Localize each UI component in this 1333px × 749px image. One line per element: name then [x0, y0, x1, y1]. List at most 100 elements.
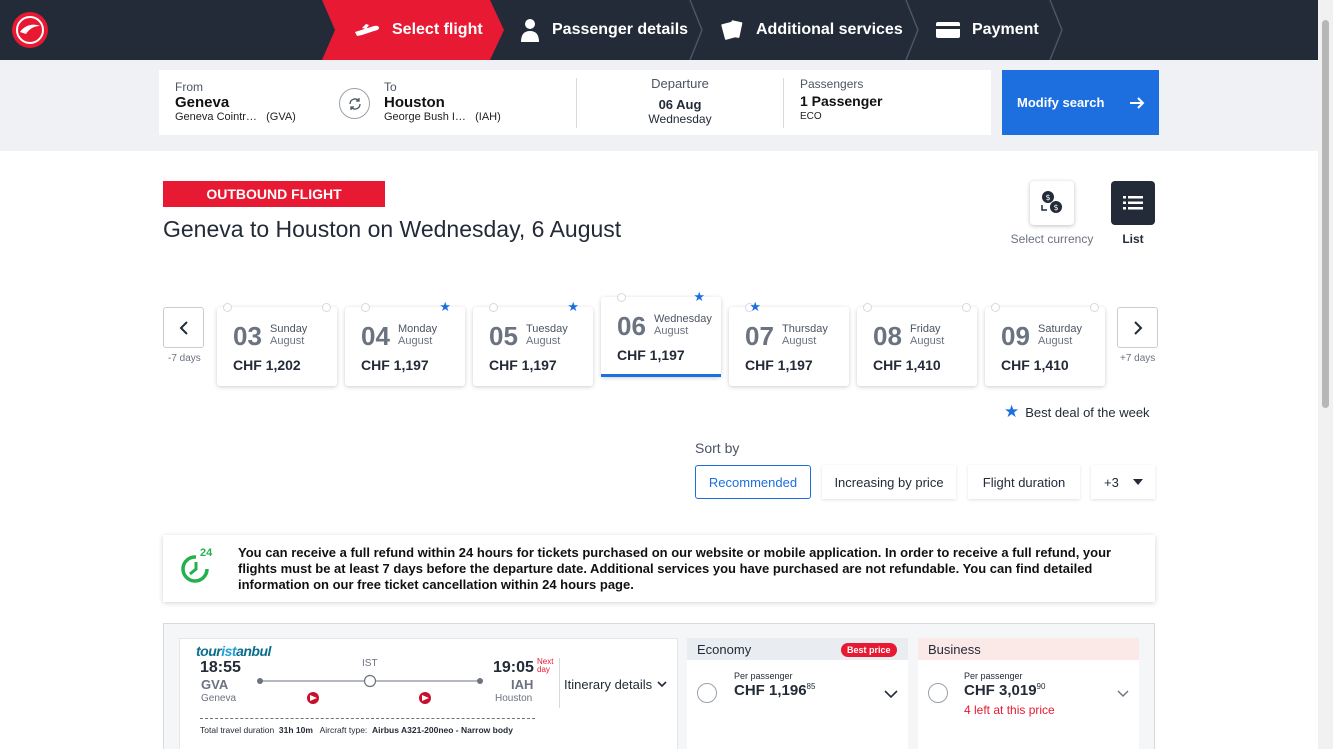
swap-icon — [348, 97, 361, 110]
date-price: CHF 1,410 — [1001, 357, 1069, 373]
duration-value: 31h 10m — [278, 725, 313, 735]
passengers-field[interactable]: Passengers 1 Passenger ECO — [800, 77, 883, 122]
to-code: (IAH) — [475, 111, 501, 123]
per-passenger-label: Per passenger — [964, 671, 1023, 681]
date-number: 04 — [361, 321, 390, 351]
sort-duration-button[interactable]: Flight duration — [968, 465, 1080, 499]
date-price: CHF 1,197 — [361, 357, 429, 373]
selected-indicator — [601, 374, 721, 377]
business-label: Business — [928, 642, 981, 657]
best-deal-label: Best deal of the week — [1025, 404, 1150, 420]
date-option-05[interactable]: ★ 05 Tuesday August CHF 1,197 — [473, 299, 593, 386]
date-option-04[interactable]: ★ 04 Monday August CHF 1,197 — [345, 299, 465, 386]
refund-info-text: You can receive a full refund within 24 … — [238, 545, 1112, 592]
departure-day: Wednesday — [648, 112, 712, 126]
stopover-airport: IST — [362, 658, 378, 669]
divider — [576, 78, 577, 128]
select-currency-label: Select currency — [1010, 232, 1094, 246]
passengers-value: 1 Passenger — [800, 93, 883, 109]
sort-more-dropdown[interactable]: +3 — [1091, 465, 1155, 499]
list-view-button[interactable] — [1111, 181, 1155, 225]
departure-airport-code: GVA — [201, 677, 229, 692]
star-icon: ★ — [1004, 402, 1020, 421]
passengers-label: Passengers — [800, 77, 864, 91]
step-passenger-details[interactable]: Passenger details — [520, 0, 688, 60]
step-additional-services[interactable]: Additional services — [720, 0, 903, 60]
economy-price: CHF 1,19685 — [734, 682, 816, 699]
departure-date: 06 Aug — [658, 97, 702, 112]
best-deal-star-icon: ★ — [567, 299, 579, 314]
date-option-07[interactable]: ★ 07 Thursday August CHF 1,197 — [729, 299, 849, 386]
date-weekday: Tuesday — [526, 323, 568, 335]
date-price: CHF 1,197 — [489, 357, 557, 373]
list-view-label: List — [1122, 232, 1144, 246]
seats-left-label: 4 left at this price — [964, 703, 1055, 717]
date-month: August — [910, 335, 945, 347]
best-deal-legend: ★ Best deal of the week — [1004, 402, 1150, 422]
departure-time: 18:55 — [200, 659, 241, 676]
to-airport: George Bush I… — [384, 111, 466, 123]
svg-text:$: $ — [1053, 203, 1058, 212]
departure-city: Geneva — [201, 693, 237, 704]
economy-radio[interactable] — [697, 683, 717, 703]
chevron-down-icon[interactable] — [1117, 690, 1129, 698]
step-label: Additional services — [756, 21, 903, 38]
date-number: 08 — [873, 321, 902, 351]
business-radio[interactable] — [928, 683, 948, 703]
sort-more-label: +3 — [1104, 474, 1119, 490]
icon-text: 24 — [200, 547, 213, 559]
page-title: Geneva to Houston on Wednesday, 6 August — [163, 216, 622, 242]
best-deal-star-icon: ★ — [749, 299, 761, 314]
swap-airports-button[interactable] — [339, 88, 370, 119]
person-icon — [521, 19, 539, 42]
previous-week-button[interactable] — [163, 307, 204, 348]
next-week-button[interactable] — [1117, 307, 1158, 348]
tickets-icon — [721, 20, 743, 40]
cabin-class: ECO — [800, 111, 822, 122]
date-price: CHF 1,202 — [233, 357, 301, 373]
date-option-03[interactable]: 03 Sunday August CHF 1,202 — [217, 303, 337, 386]
departure-field[interactable]: Departure 06 Aug Wednesday — [620, 76, 740, 126]
date-option-09[interactable]: 09 Saturday August CHF 1,410 — [985, 303, 1105, 386]
sort-by-label: Sort by — [695, 440, 740, 456]
date-price: CHF 1,410 — [873, 357, 941, 373]
step-select-flight[interactable]: Select flight — [322, 0, 504, 60]
from-label: From — [175, 80, 203, 94]
date-weekday: Friday — [910, 323, 941, 335]
modify-search-button[interactable]: Modify search — [1002, 70, 1159, 135]
business-header: Business — [918, 638, 1139, 660]
next-day-label: Next day — [537, 657, 554, 674]
itinerary-details-button[interactable]: Itinerary details — [564, 677, 667, 692]
date-option-08[interactable]: 08 Friday August CHF 1,410 — [857, 303, 977, 386]
from-field[interactable]: From Geneva Geneva Cointr… (GVA) — [175, 80, 296, 123]
step-label: Payment — [972, 21, 1039, 38]
date-number: 05 — [489, 321, 518, 351]
step-label: Passenger details — [552, 21, 689, 38]
step-divider — [905, 0, 919, 60]
step-divider — [1049, 0, 1063, 60]
date-month: August — [782, 335, 817, 347]
chevron-down-icon[interactable] — [884, 690, 898, 699]
list-icon — [1123, 196, 1143, 210]
sort-price-button[interactable]: Increasing by price — [822, 465, 956, 499]
to-field[interactable]: To Houston George Bush I… (IAH) — [384, 80, 501, 123]
date-weekday: Sunday — [270, 323, 308, 335]
date-price: CHF 1,197 — [745, 357, 813, 373]
departure-label: Departure — [651, 76, 709, 91]
aircraft-value: Airbus A321-200neo - Narrow body — [372, 725, 513, 735]
select-currency-button[interactable]: $ $ — [1030, 181, 1074, 225]
scrollbar-thumb[interactable] — [1322, 20, 1329, 408]
from-city: Geneva — [175, 94, 230, 111]
date-month: August — [398, 335, 433, 347]
next-week-label: +7 days — [1120, 353, 1156, 364]
date-price: CHF 1,197 — [617, 347, 685, 363]
svg-text:$: $ — [1045, 193, 1050, 202]
arrival-city: Houston — [495, 693, 533, 704]
step-payment[interactable]: Payment — [936, 0, 1039, 60]
sort-recommended-button[interactable]: Recommended — [695, 465, 811, 499]
turkish-airlines-logo[interactable] — [12, 12, 48, 48]
from-code: (GVA) — [266, 111, 296, 123]
date-weekday: Wednesday — [654, 313, 712, 325]
date-option-06-selected[interactable]: ★ 06 Wednesday August CHF 1,197 — [601, 289, 721, 377]
date-number: 03 — [233, 321, 262, 351]
